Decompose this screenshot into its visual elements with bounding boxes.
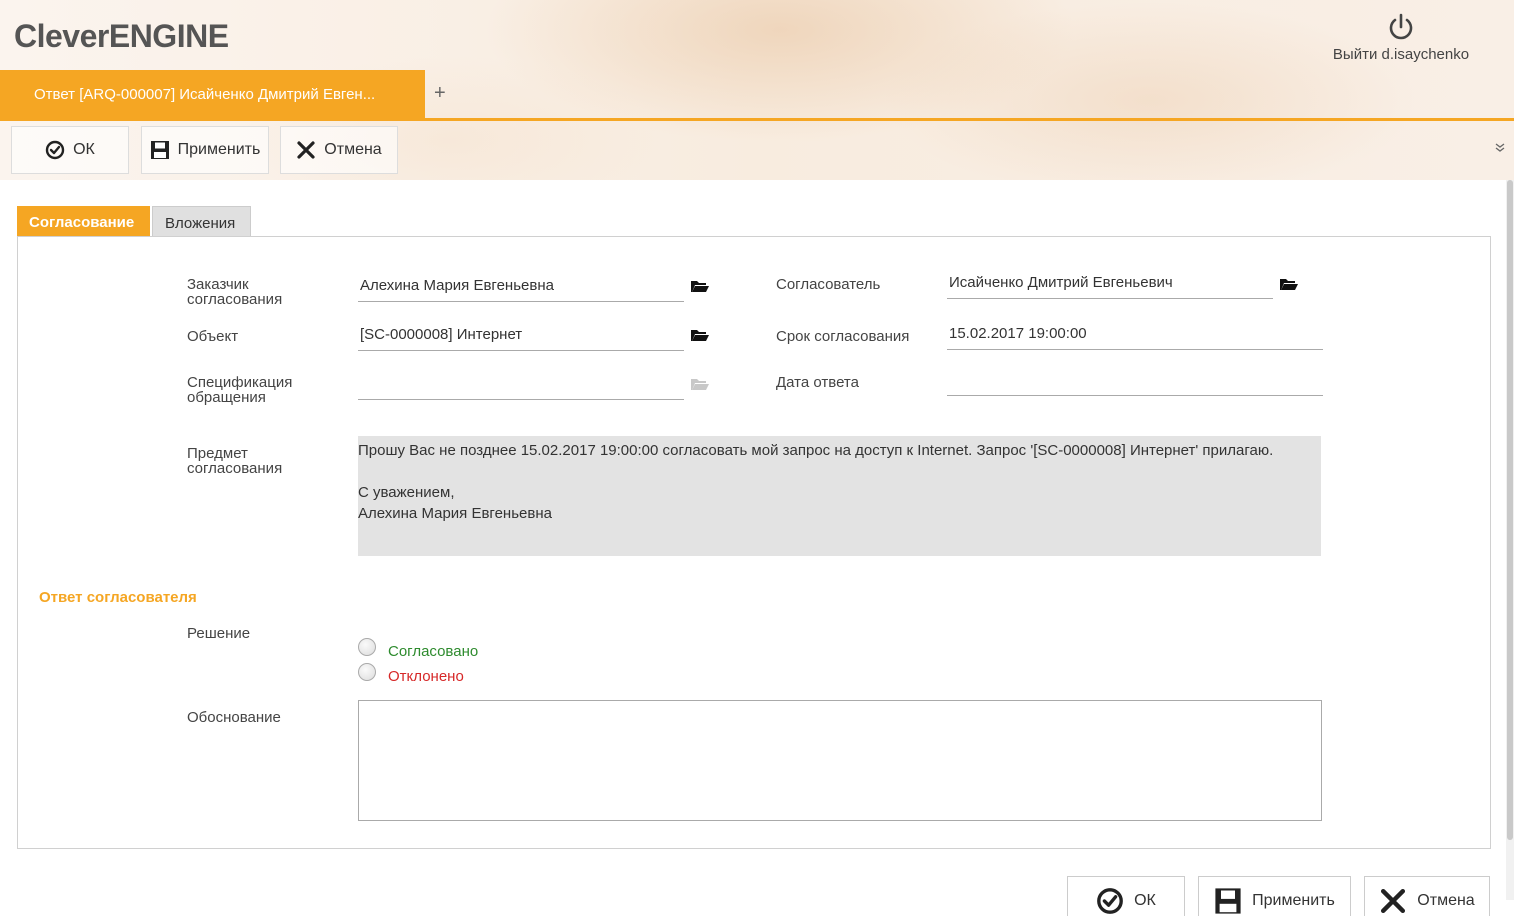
reason-label: Обоснование [187,709,281,726]
tab-attachments[interactable]: Вложения [152,206,251,237]
folder-icon[interactable] [690,278,710,294]
subject-label: Предмет согласования [187,445,283,477]
cancel-label: Отмена [1417,891,1475,909]
folder-icon[interactable] [1279,276,1299,292]
save-icon [1215,887,1241,914]
ok-label: ОК [73,141,95,158]
add-tab-button[interactable]: + [434,82,446,105]
decision-label: Решение [187,625,251,642]
app-logo: CleverENGINE [14,18,229,54]
bottom-apply-button[interactable]: Применить [1198,876,1351,916]
tab-approval[interactable]: Согласование [17,206,150,237]
subject-line: Прошу Вас не позднее 15.02.2017 19:00:00… [358,442,1274,459]
subject-text: Прошу Вас не позднее 15.02.2017 19:00:00… [358,436,1321,556]
radio-approved[interactable] [358,638,376,656]
radio-rejected[interactable] [358,663,376,681]
ok-label: ОК [1134,891,1156,909]
deadline-field[interactable]: 15.02.2017 19:00:00 [947,323,1323,350]
power-icon [1389,13,1413,40]
document-tab-active[interactable]: Ответ [ARQ-000007] Исайченко Дмитрий Евг… [0,70,425,118]
object-label: Объект [187,328,239,345]
spec-field[interactable] [358,373,684,400]
section-title: Ответ согласователя [39,589,197,606]
check-circle-icon [45,140,65,160]
scrollbar-thumb[interactable] [1507,180,1513,840]
document-tab-bar: Ответ [ARQ-000007] Исайченко Дмитрий Евг… [0,70,1514,121]
check-circle-icon [1097,887,1123,914]
option-rejected-label[interactable]: Отклонено [388,668,464,685]
apply-label: Применить [177,141,261,158]
subject-line: С уважением, [358,484,455,501]
close-icon [1381,888,1406,913]
folder-icon [691,379,709,390]
bottom-cancel-button[interactable]: Отмена [1364,876,1490,916]
ok-button[interactable]: ОК [11,126,129,174]
logout-label: Выйти d.isaychenko [1332,46,1470,63]
cancel-label: Отмена [324,141,382,158]
reason-textarea[interactable] [358,700,1322,821]
option-approved-label[interactable]: Согласовано [388,643,478,660]
answer-date-field[interactable] [947,369,1323,396]
approver-label: Согласователь [776,276,881,293]
scrollbar[interactable] [1506,180,1514,900]
logout-button[interactable]: Выйти d.isaychenko [1326,12,1476,64]
answer-date-label: Дата ответа [776,374,859,391]
close-icon [297,141,315,159]
folder-icon[interactable] [690,327,710,343]
save-icon [150,141,169,159]
bottom-ok-button[interactable]: ОК [1067,876,1185,916]
apply-label: Применить [1252,891,1335,909]
approver-field[interactable]: Исайченко Дмитрий Евгеньевич [947,272,1273,299]
customer-field[interactable]: Алехина Мария Евгеньевна [358,275,684,302]
chevron-down-icon[interactable] [1494,142,1506,154]
deadline-label: Срок согласования [776,328,910,345]
cancel-button[interactable]: Отмена [280,126,398,174]
customer-label: Заказчик согласования [187,276,283,308]
subject-line: Алехина Мария Евгеньевна [358,505,552,522]
spec-label: Спецификация обращения [187,374,293,406]
object-field[interactable]: [SC-0000008] Интернет [358,324,684,351]
apply-button[interactable]: Применить [141,126,269,174]
